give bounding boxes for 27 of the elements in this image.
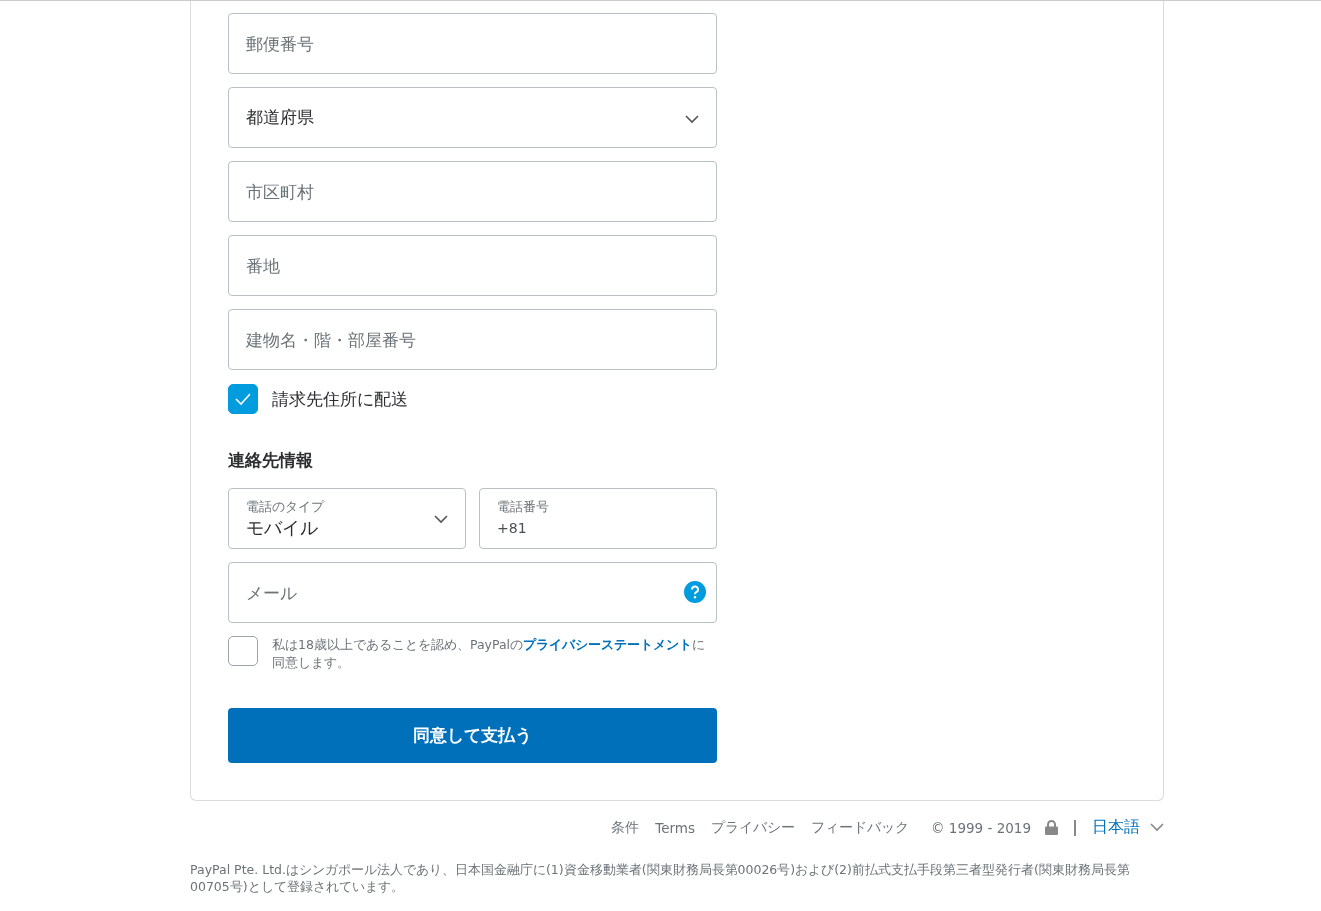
checkmark-icon (234, 392, 252, 406)
checkbox[interactable] (228, 636, 258, 666)
prefecture-select[interactable]: 都道府県 (228, 87, 717, 148)
footer-link[interactable]: 条件 (611, 818, 640, 837)
agree-and-pay-button[interactable]: 同意して支払う (228, 708, 717, 763)
section-heading: 連絡先情報 (228, 449, 314, 472)
checkbox[interactable] (228, 384, 258, 414)
agreement-text: 私は18歳以上であることを認め、PayPalのプライバシーステートメントに同意します。 (272, 636, 707, 672)
input-field[interactable]: 郵便番号 (228, 13, 717, 74)
copyright-text: © 1999 - 2019 (931, 819, 1031, 836)
input-field[interactable]: 建物名・階・部屋番号 (228, 309, 717, 370)
help-icon[interactable] (684, 581, 706, 603)
language-selector[interactable]: 日本語 (1092, 817, 1164, 838)
footer-link[interactable]: Terms (655, 819, 696, 836)
input-field[interactable]: 番地 (228, 235, 717, 296)
chevron-down-icon (685, 115, 699, 124)
footer-link[interactable]: フィードバック (811, 818, 910, 837)
legal-text: PayPal Pte. Ltd.はシンガポール法人であり、日本国金融庁に(1)資金移動業者(関東財務局長第00026号)および(2)前払式支払手段第三者型発行者(関東財務局長第00705号)として登録されています。 (190, 861, 1131, 895)
checkbox-label: 請求先住所に配送 (272, 387, 408, 411)
input-field[interactable]: 市区町村 (228, 161, 717, 222)
chevron-down-icon (1150, 823, 1164, 832)
phone-type-select[interactable]: 電話のタイプ モバイル (228, 488, 466, 549)
chevron-down-icon (434, 515, 448, 524)
footer-link[interactable]: プライバシー (711, 818, 796, 837)
phone-number-field[interactable]: 電話番号 +81 (479, 488, 717, 549)
lock-icon (1045, 820, 1058, 835)
email-field[interactable]: メール (228, 562, 717, 623)
